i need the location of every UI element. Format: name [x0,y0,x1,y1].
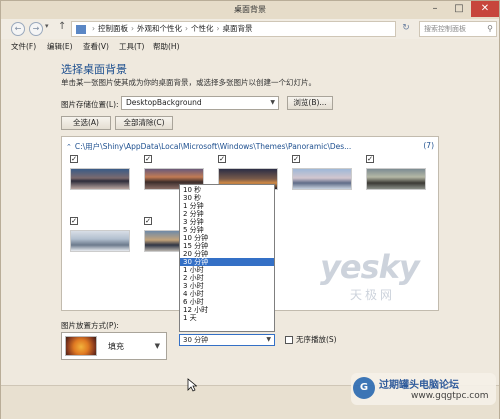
menu-file[interactable]: 文件(F) [11,41,36,52]
address-bar: ← → ▾ ↑ › 控制面板 › 外观和个性化 › 个性化 › 桌面背景 ↻ 搜索控制面板 ⚲ [1,19,499,39]
wallpaper-image[interactable] [366,168,426,190]
watermark-subtitle: 天极网 [350,288,396,302]
forum-url: www.gqgtpc.com [411,391,489,401]
position-preview-image [65,336,97,356]
collapse-chevron-icon[interactable]: ⌃ [66,143,72,151]
title-bar: 桌面背景 – □ ✕ [1,1,499,19]
interval-value: 30 分钟 [183,336,209,344]
dropdown-option[interactable]: 2 分钟 [180,210,274,218]
minimize-button[interactable]: – [423,1,447,17]
menu-tools[interactable]: 工具(T) [119,41,144,52]
picture-location-select[interactable]: DesktopBackground ▼ [121,96,279,110]
dropdown-option[interactable]: 2 小时 [180,274,274,282]
breadcrumb-item[interactable]: 个性化 [191,24,214,33]
forward-button[interactable]: → [29,22,43,36]
breadcrumb-item[interactable]: 桌面背景 [223,24,253,33]
shuffle-label: 无序播放(S) [296,335,337,344]
chevron-down-icon: ▼ [270,99,275,106]
dropdown-option[interactable]: 1 分钟 [180,202,274,210]
chevron-down-icon: ▼ [154,342,160,350]
wallpaper-image[interactable] [70,230,130,252]
dropdown-option[interactable]: 10 分钟 [180,234,274,242]
forum-watermark-stamp: G 过期罐头电脑论坛 www.gqgtpc.com [351,373,496,405]
dropdown-option[interactable]: 15 分钟 [180,242,274,250]
maximize-button[interactable]: □ [447,1,471,17]
dropdown-option[interactable]: 3 分钟 [180,218,274,226]
back-button[interactable]: ← [11,22,25,36]
clear-all-button[interactable]: 全部清除(C) [115,116,173,130]
wallpaper-thumbnail[interactable]: ✓ [364,155,430,209]
search-icon[interactable]: ⚲ [487,22,493,36]
dropdown-option[interactable]: 10 秒 [180,186,274,194]
change-interval-select[interactable]: 30 分钟 ▼ [179,334,275,346]
thumbnail-checkbox[interactable]: ✓ [144,217,152,225]
shuffle-checkbox-box[interactable] [285,336,293,344]
forum-logo-icon: G [353,377,375,399]
picture-location-label: 图片存储位置(L): [61,100,119,109]
breadcrumb-item[interactable]: 外观和个性化 [137,24,182,33]
watermark: yesky 天极网 [320,248,440,302]
breadcrumb[interactable]: › 控制面板 › 外观和个性化 › 个性化 › 桌面背景 [71,21,396,37]
interval-dropdown-list[interactable]: 10 秒 30 秒 1 分钟 2 分钟 3 分钟 5 分钟 10 分钟 15 分… [179,184,275,332]
thumbnail-checkbox[interactable]: ✓ [144,155,152,163]
dropdown-option[interactable]: 3 小时 [180,282,274,290]
dropdown-option[interactable]: 5 分钟 [180,226,274,234]
shuffle-checkbox[interactable]: 无序播放(S) [285,334,337,345]
dropdown-option[interactable]: 6 小时 [180,298,274,306]
control-panel-icon [76,24,86,34]
picture-position-value: 填充 [108,342,124,351]
dropdown-option[interactable]: 4 小时 [180,290,274,298]
close-button[interactable]: ✕ [471,1,499,17]
breadcrumb-item[interactable]: 控制面板 [98,24,128,33]
dropdown-option[interactable]: 20 分钟 [180,250,274,258]
page-description: 单击某一张图片使其成为你的桌面背景，或选择多张图片以创建一个幻灯片。 [61,78,316,87]
picture-position-label: 图片放置方式(P): [61,321,119,330]
wallpaper-thumbnail[interactable]: ✓ [68,217,134,271]
search-placeholder: 搜索控制面板 [424,25,466,33]
refresh-icon[interactable]: ↻ [399,23,413,35]
menu-edit[interactable]: 编辑(E) [47,41,73,52]
search-input[interactable]: 搜索控制面板 ⚲ [419,21,497,37]
group-header[interactable]: ⌃ C:\用户\Shiny\AppData\Local\Microsoft\Win… [66,141,436,152]
chevron-down-icon: ▼ [266,336,271,343]
menu-bar: 文件(F) 编辑(E) 查看(V) 工具(T) 帮助(H) [1,39,499,53]
watermark-logo: yesky [320,248,420,286]
menu-view[interactable]: 查看(V) [83,41,109,52]
page-title: 选择桌面背景 [61,63,127,76]
wallpaper-thumbnail[interactable]: ✓ [290,155,356,209]
select-all-button[interactable]: 全选(A) [61,116,111,130]
mouse-cursor-icon [187,378,197,392]
thumbnail-checkbox[interactable]: ✓ [70,155,78,163]
dropdown-option[interactable]: 1 小时 [180,266,274,274]
forum-name: 过期罐头电脑论坛 [379,380,459,391]
picture-location-value: DesktopBackground [126,98,202,107]
wallpaper-thumbnail[interactable]: ✓ [68,155,134,209]
dropdown-option[interactable]: 12 小时 [180,306,274,314]
thumbnail-checkbox[interactable]: ✓ [292,155,300,163]
wallpaper-image[interactable] [292,168,352,190]
dropdown-option[interactable]: 30 秒 [180,194,274,202]
picture-position-select[interactable]: 填充 ▼ [61,332,167,360]
browse-button[interactable]: 浏览(B)... [287,96,333,110]
desktop-background-window: 桌面背景 – □ ✕ ← → ▾ ↑ › 控制面板 › 外观和个性化 › 个性化 › 桌面背景… [0,0,500,419]
wallpaper-image[interactable] [70,168,130,190]
group-path: C:\用户\Shiny\AppData\Local\Microsoft\Wind… [74,142,352,151]
menu-help[interactable]: 帮助(H) [153,41,180,52]
thumbnail-checkbox[interactable]: ✓ [218,155,226,163]
thumbnail-checkbox[interactable]: ✓ [70,217,78,225]
up-button[interactable]: ↑ [58,21,66,32]
group-count: (7) [421,141,434,150]
dropdown-option[interactable]: 1 天 [180,314,274,322]
thumbnail-checkbox[interactable]: ✓ [366,155,374,163]
recent-locations-chevron-icon[interactable]: ▾ [45,22,49,30]
dropdown-option-highlighted[interactable]: 30 分钟 [180,258,274,266]
